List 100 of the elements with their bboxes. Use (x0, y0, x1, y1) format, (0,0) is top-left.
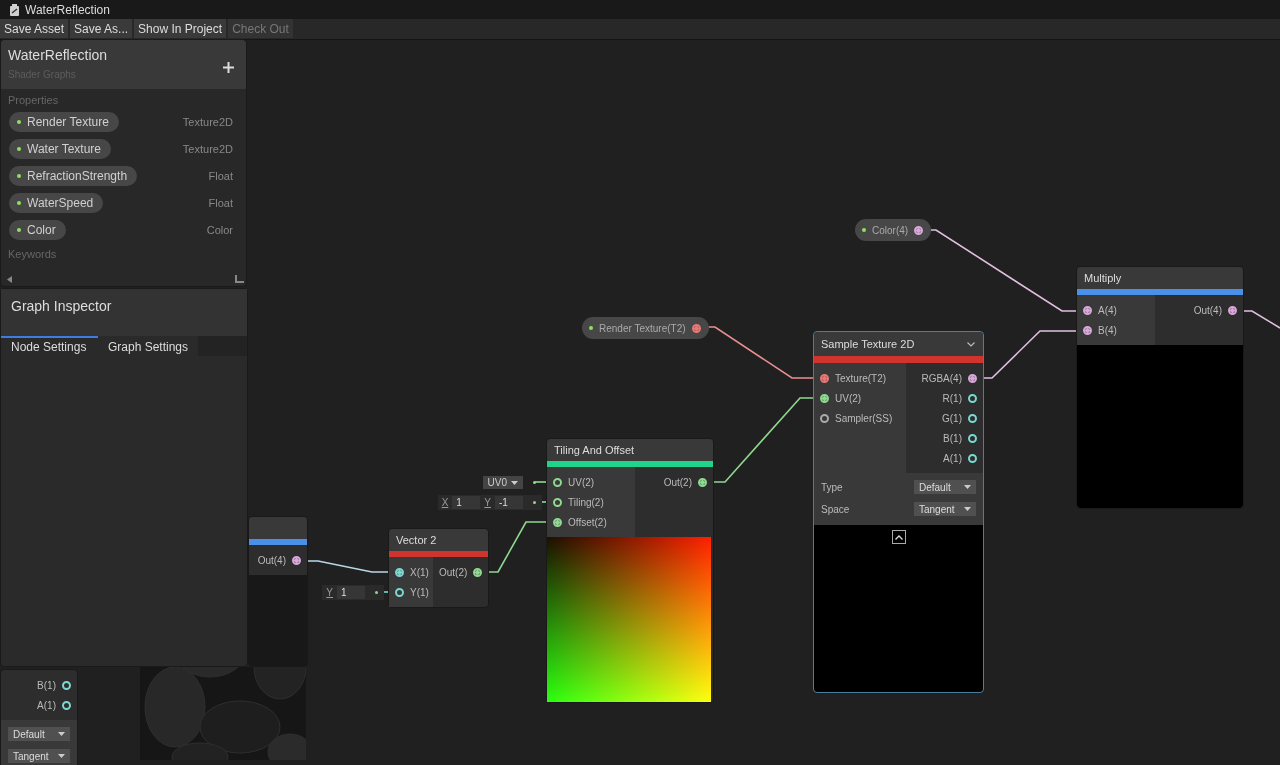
property-pill[interactable]: RefractionStrength (9, 165, 138, 186)
inspector-tab[interactable]: Graph Settings (98, 336, 199, 356)
port-label: UV(2) (835, 392, 862, 404)
shader-file-icon (9, 3, 20, 16)
add-icon[interactable] (223, 62, 234, 73)
axis-label: Y (326, 587, 333, 598)
port-label: Out(2) (439, 566, 468, 578)
port-icon[interactable] (395, 567, 404, 577)
resize-handle-icon[interactable] (235, 275, 244, 283)
port-label: Y(1) (410, 586, 429, 598)
number-field[interactable]: 1 (452, 496, 481, 509)
dropdown[interactable]: Default (8, 727, 70, 741)
toolbar-button[interactable]: Save Asset (0, 19, 69, 38)
caret-icon (964, 485, 971, 489)
port-label: RGBA(4) (921, 372, 962, 384)
toolbar-button[interactable]: Show In Project (134, 19, 227, 38)
port-icon[interactable] (914, 225, 924, 235)
port-label: G(1) (942, 412, 962, 424)
node-title: Vector 2 (396, 534, 437, 546)
port-icon[interactable] (820, 393, 829, 403)
port-label: A(4) (1098, 304, 1117, 316)
port-icon[interactable] (968, 453, 977, 463)
scroll-left-icon[interactable] (7, 276, 12, 283)
node-header[interactable]: Sample Texture 2D (814, 332, 983, 356)
port-icon[interactable] (820, 373, 829, 383)
property-name: Color (27, 222, 56, 237)
port-label: UV(2) (568, 476, 595, 488)
port-label: Tiling(2) (568, 496, 604, 508)
property-node[interactable]: Render Texture(T2) (582, 317, 709, 339)
port-icon[interactable] (473, 567, 483, 577)
property-dot-icon (17, 227, 21, 232)
property-pill[interactable]: Water Texture (9, 138, 112, 159)
port-icon[interactable] (395, 587, 404, 597)
control-label: Space (821, 503, 850, 515)
graph-node[interactable]: Out(4) (248, 516, 308, 667)
port-label: B(1) (37, 679, 56, 691)
node-header[interactable]: Tiling And Offset (547, 439, 713, 461)
property-type: Texture2D (182, 142, 233, 155)
port-dot-icon (375, 591, 378, 594)
caret-icon (58, 732, 65, 736)
property-type: Float (208, 169, 233, 182)
port-label: R(1) (942, 392, 962, 404)
dropdown[interactable]: Tangent (914, 502, 976, 516)
collapse-button[interactable] (891, 530, 906, 544)
node-header[interactable] (249, 517, 307, 539)
port-icon[interactable] (968, 433, 977, 443)
window-title: WaterReflection (25, 2, 110, 17)
number-field[interactable]: 1 (337, 586, 365, 599)
port-dot-icon (533, 481, 536, 484)
port-icon[interactable] (1083, 305, 1092, 315)
port-label: B(1) (943, 432, 962, 444)
inspector-tab[interactable]: Node Settings (1, 336, 98, 356)
node-title: Multiply (1084, 272, 1122, 284)
port-icon[interactable] (553, 517, 562, 527)
default-value-field[interactable]: UV0 (478, 475, 542, 490)
property-pill[interactable]: Color (9, 219, 66, 240)
node-header[interactable]: Multiply (1077, 267, 1243, 289)
port-icon[interactable] (968, 393, 977, 403)
property-dot-icon (17, 119, 21, 124)
port-icon[interactable] (820, 413, 829, 423)
port-icon[interactable] (62, 680, 71, 690)
property-pill[interactable]: WaterSpeed (9, 192, 104, 213)
port-icon[interactable] (553, 477, 562, 487)
port-label: Texture(T2) (835, 372, 887, 384)
property-type: Color (206, 223, 233, 236)
port-icon[interactable] (1083, 325, 1092, 335)
graph-node[interactable]: Sample Texture 2D Texture(T2) UV(2) Sampler(SS) RGBA(4) R(1) G(1) B(1) A(1) Type Default Space Tangent (813, 331, 984, 693)
uv-dropdown[interactable]: UV0 (482, 476, 523, 489)
default-value-field[interactable]: Y 1 (322, 585, 384, 600)
port-label: X(1) (410, 566, 429, 578)
graph-node[interactable]: Multiply A(4) B(4) Out(4) (1076, 266, 1244, 509)
property-dot-icon (17, 200, 21, 205)
property-name: RefractionStrength (27, 168, 128, 183)
chevron-down-icon[interactable] (967, 341, 975, 347)
property-pill[interactable]: Render Texture (9, 111, 119, 132)
port-icon[interactable] (62, 700, 71, 710)
property-name: Render Texture (27, 114, 109, 129)
toolbar-button[interactable]: Save As... (70, 19, 133, 38)
property-name: WaterSpeed (27, 195, 94, 210)
caret-icon (58, 754, 65, 758)
port-icon[interactable] (1228, 305, 1237, 315)
number-field[interactable]: -1 (495, 496, 523, 509)
port-icon[interactable] (968, 373, 977, 383)
port-icon[interactable] (292, 555, 301, 565)
port-icon[interactable] (968, 413, 977, 423)
dropdown[interactable]: Tangent (8, 749, 70, 763)
property-node[interactable]: Color(4) (855, 219, 932, 241)
default-value-field[interactable]: X 1 Y -1 (437, 495, 542, 510)
dropdown[interactable]: Default (914, 480, 976, 494)
control-label: Type (821, 481, 843, 493)
axis-label: X (441, 497, 449, 508)
port-label: A(1) (37, 699, 56, 711)
node-title: Tiling And Offset (554, 444, 635, 456)
property-dot-icon (17, 173, 21, 178)
graph-node[interactable]: B(1) A(1) Default Tangent (0, 669, 78, 765)
node-header[interactable]: Vector 2 (389, 529, 488, 551)
property-type: Float (208, 196, 233, 209)
port-icon[interactable] (553, 497, 562, 507)
caret-icon (511, 480, 518, 485)
port-icon[interactable] (698, 477, 707, 487)
